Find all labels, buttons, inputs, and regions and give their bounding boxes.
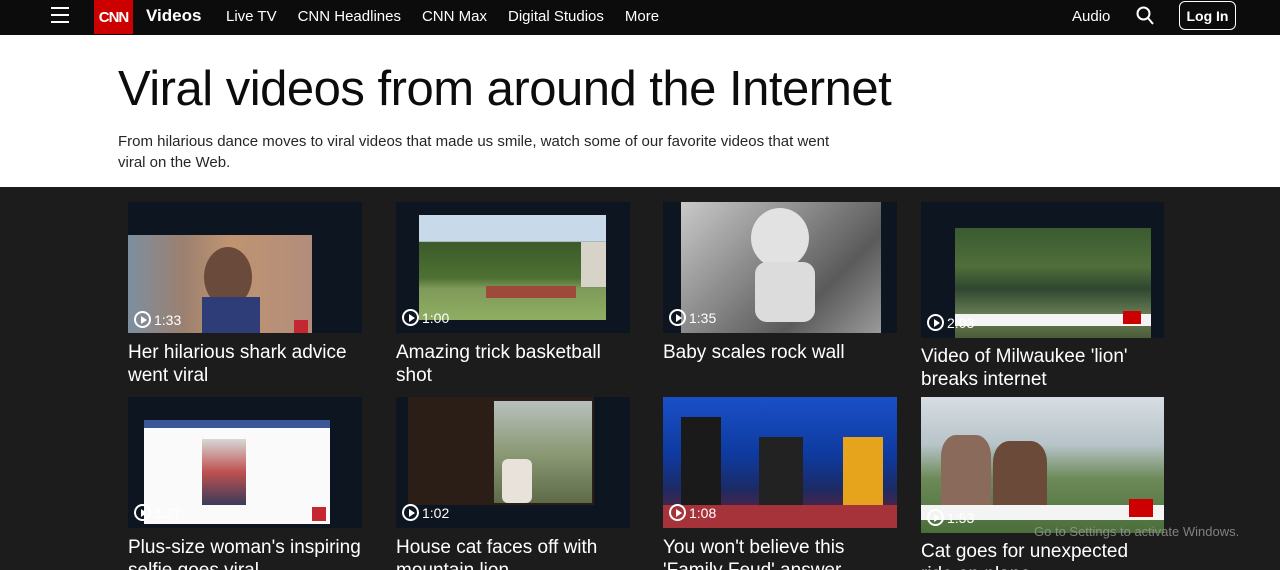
page-title: Viral videos from around the Internet — [118, 62, 892, 116]
top-nav: CNN Videos Live TV CNN Headlines CNN Max… — [0, 0, 1280, 35]
video-thumbnail[interactable]: 1:33 — [128, 202, 362, 333]
video-duration: 1:35 — [669, 309, 716, 326]
thumbnail-image — [202, 297, 260, 333]
video-title[interactable]: Baby scales rock wall — [663, 341, 903, 364]
video-duration: 1:27 — [134, 504, 181, 521]
thumbnail-image — [202, 439, 246, 505]
video-title[interactable]: You won't believe this 'Family Feud' ans… — [663, 536, 903, 570]
thumbnail-image — [486, 286, 576, 298]
login-button[interactable]: Log In — [1179, 1, 1236, 30]
video-thumbnail[interactable]: 2:03 — [921, 202, 1164, 338]
video-thumbnail[interactable]: 1:08 — [663, 397, 897, 528]
cnn-logo[interactable]: CNN — [94, 0, 133, 34]
brand-badge — [1129, 499, 1153, 517]
nav-link-live-tv[interactable]: Live TV — [226, 8, 277, 25]
thumbnail-image — [993, 441, 1047, 511]
nav-link-cnn-max[interactable]: CNN Max — [422, 8, 487, 25]
menu-icon[interactable] — [51, 7, 69, 23]
thumbnail-image — [581, 242, 606, 287]
thumbnail-image — [941, 435, 991, 505]
play-icon — [927, 314, 944, 331]
logo-text: CNN — [98, 8, 129, 26]
play-icon — [927, 509, 944, 526]
video-title[interactable]: Amazing trick basketball shot — [396, 341, 636, 387]
play-icon — [402, 504, 419, 521]
nav-link-more[interactable]: More — [625, 8, 659, 25]
page-description: From hilarious dance moves to viral vide… — [118, 133, 830, 171]
nav-links: Live TV CNN Headlines CNN Max Digital St… — [226, 8, 680, 25]
video-thumbnail[interactable]: 1:53 — [921, 397, 1164, 533]
thumbnail-image — [843, 437, 883, 509]
thumbnail-image — [502, 459, 532, 503]
video-duration: 1:02 — [402, 504, 449, 521]
brand-badge — [312, 507, 326, 521]
os-activation-watermark: Go to Settings to activate Windows. — [1034, 524, 1240, 539]
search-icon[interactable] — [1136, 6, 1154, 26]
brand-badge — [294, 320, 308, 333]
thumbnail-image — [751, 208, 809, 268]
play-icon — [134, 311, 151, 328]
video-title[interactable]: Her hilarious shark advice went viral — [128, 341, 368, 387]
section-title[interactable]: Videos — [146, 6, 201, 26]
video-title[interactable]: House cat faces off with mountain lion — [396, 536, 636, 570]
thumbnail-image — [419, 215, 606, 320]
video-thumbnail[interactable]: 1:35 — [663, 202, 897, 333]
video-title[interactable]: Plus-size woman's inspiring selfie goes … — [128, 536, 368, 570]
video-thumbnail[interactable]: 1:27 — [128, 397, 362, 528]
video-thumbnail[interactable]: 1:00 — [396, 202, 630, 333]
nav-link-digital-studios[interactable]: Digital Studios — [508, 8, 604, 25]
video-thumbnail[interactable]: 1:02 — [396, 397, 630, 528]
nav-link-cnn-headlines[interactable]: CNN Headlines — [298, 8, 401, 25]
news-lower-third — [955, 314, 1151, 326]
video-duration: 1:33 — [134, 311, 181, 328]
play-icon — [669, 504, 686, 521]
thumbnail-image — [681, 417, 721, 517]
play-icon — [402, 309, 419, 326]
thumbnail-image — [759, 437, 803, 509]
thumbnail-image — [144, 420, 330, 428]
video-duration: 1:00 — [402, 309, 449, 326]
brand-badge — [1123, 311, 1141, 324]
video-duration: 1:53 — [927, 509, 974, 526]
thumbnail-image — [755, 262, 815, 322]
video-duration: 2:03 — [927, 314, 974, 331]
page-header: Viral videos from around the Internet Fr… — [0, 35, 1280, 187]
audio-link[interactable]: Audio — [1072, 8, 1110, 25]
video-title[interactable]: Cat goes for unexpected ride on plane — [921, 540, 1161, 570]
play-icon — [669, 309, 686, 326]
play-icon — [134, 504, 151, 521]
video-title[interactable]: Video of Milwaukee 'lion' breaks interne… — [921, 345, 1161, 391]
video-duration: 1:08 — [669, 504, 716, 521]
